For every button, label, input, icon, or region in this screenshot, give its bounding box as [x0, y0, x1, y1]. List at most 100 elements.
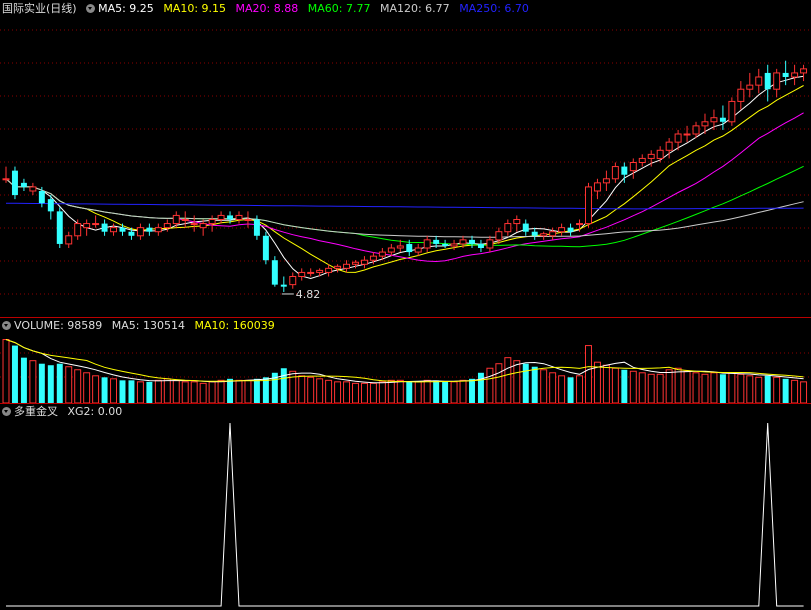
candle-down [128, 231, 135, 236]
candle-up [217, 214, 225, 221]
volume-bar [146, 381, 153, 403]
indicator-panel: 多重金叉 XG2: 0.00 [0, 403, 811, 610]
candle-down [477, 243, 484, 248]
volume-bar [334, 381, 342, 403]
candle-up [74, 223, 82, 237]
candle-up [307, 271, 315, 274]
volume-bar [414, 381, 422, 403]
volume-bar [101, 377, 108, 403]
candle-up [235, 214, 243, 221]
ma120-label: MA120: 6.77 [379, 2, 450, 15]
candle-up [773, 72, 781, 90]
volume-bar [74, 369, 82, 403]
candle-up [495, 231, 503, 241]
candle-up [289, 276, 297, 286]
volume-menu-icon[interactable] [2, 321, 11, 330]
candle-up [737, 88, 745, 102]
indicator-menu-icon[interactable] [2, 407, 11, 416]
volume-bar [235, 379, 243, 403]
volume-bar [396, 379, 404, 403]
settings-arrow-icon[interactable] [86, 4, 96, 13]
volume-bar [477, 372, 484, 403]
candle-up [29, 186, 37, 192]
indicator-name: 多重金叉 [14, 405, 58, 418]
volume-bar [710, 372, 718, 403]
volume-bar [585, 345, 592, 403]
volume-bar [504, 357, 512, 403]
candle-up [2, 178, 10, 181]
candle-up [181, 219, 189, 221]
volume-bar [469, 378, 475, 403]
volume-bar [540, 369, 548, 403]
volume-label: VOLUME: 98589 [14, 319, 103, 332]
volume-bar [65, 366, 73, 403]
volume-bar [602, 364, 610, 403]
volume-bar [56, 363, 63, 403]
volume-bar [190, 381, 198, 403]
volume-bar [325, 379, 333, 403]
volume-bar [674, 367, 682, 403]
price-chart[interactable]: 4.82 [0, 0, 811, 317]
candle-up [504, 223, 512, 233]
xg2-label: XG2: 0.00 [67, 405, 123, 418]
volume-bar [307, 376, 315, 403]
ma250-label: MA250: 6.70 [459, 2, 529, 15]
volume-bar [800, 381, 808, 403]
stock-title: 国际实业(日线) [2, 2, 77, 15]
candle-up [459, 239, 467, 245]
volume-bar [647, 373, 655, 403]
candle-down [47, 199, 54, 212]
volume-ma5-label: MA5: 130514 [111, 319, 185, 332]
candle-down [253, 219, 260, 236]
volume-bar [253, 378, 260, 403]
volume-bar [119, 380, 126, 403]
candle-up [334, 265, 342, 269]
candle-up [585, 186, 592, 225]
candle-down [101, 223, 108, 232]
volume-bar [369, 382, 377, 403]
candle-down [406, 243, 413, 253]
candle-up [549, 231, 557, 237]
volume-bar [522, 363, 529, 403]
candle-down [621, 166, 628, 175]
indicator-chart[interactable] [0, 403, 811, 610]
volume-bar [20, 357, 27, 403]
volume-bar [227, 378, 234, 403]
ma5-label: MA5: 9.25 [98, 2, 154, 15]
price-legend: 国际实业(日线) MA5: 9.25 MA10: 9.15 MA20: 8.88… [2, 1, 535, 17]
candle-down [38, 191, 45, 204]
ma250-line [5, 202, 804, 210]
volume-bar [378, 381, 386, 403]
candle-down [522, 223, 529, 232]
ma60-label: MA60: 7.77 [307, 2, 371, 15]
volume-bar [343, 381, 351, 403]
volume-bar [719, 374, 726, 403]
volume-bar [755, 376, 763, 403]
candle-up [611, 166, 619, 180]
candle-up [325, 267, 333, 273]
candle-up [701, 121, 709, 127]
candle-up [387, 247, 395, 253]
volume-bar [692, 372, 700, 403]
candle-up [638, 157, 646, 164]
volume-bar [244, 379, 252, 403]
volume-bar [558, 375, 566, 403]
candle-up [800, 68, 808, 74]
volume-bar [442, 381, 449, 403]
volume-bar [450, 381, 458, 403]
candle-up [360, 259, 368, 265]
volume-bar [298, 375, 306, 403]
volume-bar [199, 382, 207, 403]
volume-bar [567, 377, 574, 403]
volume-bar [154, 379, 162, 403]
candle-up [378, 251, 386, 257]
candle-up [692, 125, 700, 135]
volume-bar [2, 339, 10, 403]
ma10-line [5, 85, 804, 273]
candle-up [65, 235, 73, 245]
candle-up [316, 269, 324, 273]
xg2-line [6, 422, 804, 607]
candle-up [593, 182, 601, 192]
candle-up [244, 219, 252, 221]
volume-bar [360, 382, 368, 403]
